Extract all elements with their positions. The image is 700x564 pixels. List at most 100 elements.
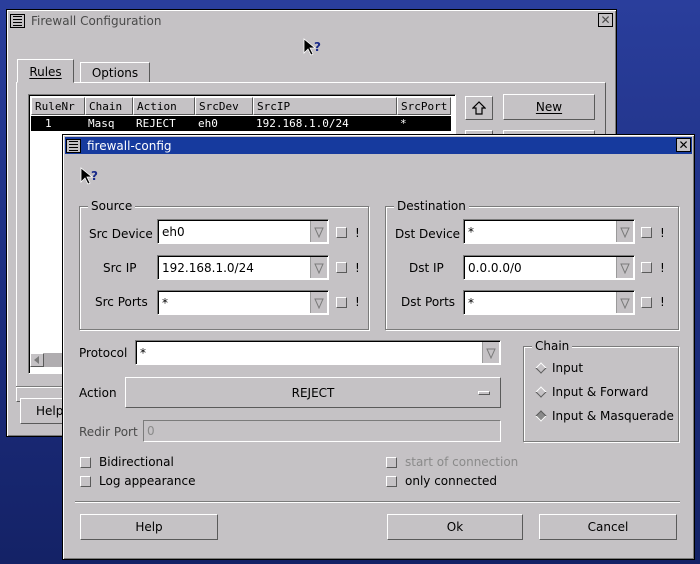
negate-mark: !	[660, 295, 665, 309]
tab-options-label: Options	[91, 66, 139, 80]
new-button-label: New	[535, 100, 563, 114]
chevron-down-icon[interactable]	[482, 342, 499, 363]
back-window-titlebar[interactable]: Firewall Configuration ✕	[9, 12, 614, 29]
only-connected-label[interactable]: only connected	[405, 474, 497, 488]
negate-mark: !	[660, 226, 665, 240]
close-icon[interactable]: ✕	[598, 13, 613, 27]
log-appearance-checkbox[interactable]	[80, 476, 91, 487]
dst-device-combo[interactable]: *	[463, 219, 635, 244]
destination-legend: Destination	[394, 199, 469, 213]
dst-ip-label: Dst IP	[409, 261, 444, 275]
cell-srcdev: eh0	[198, 117, 218, 130]
bidirectional-checkbox[interactable]	[80, 457, 91, 468]
protocol-value: *	[140, 346, 146, 360]
negate-mark: !	[355, 295, 360, 309]
chevron-down-icon[interactable]	[616, 221, 633, 242]
negate-mark: !	[355, 226, 360, 240]
src-device-negate-checkbox[interactable]	[336, 227, 347, 238]
action-label: Action	[79, 386, 117, 400]
scroll-left-arrow-icon[interactable]	[30, 353, 44, 367]
column-header-srcdev[interactable]: SrcDev	[195, 97, 253, 115]
window-menu-icon[interactable]	[10, 13, 25, 28]
help-button[interactable]: Help	[80, 514, 218, 540]
dialog-title: firewall-config	[87, 138, 172, 153]
only-connected-checkbox[interactable]	[386, 476, 397, 487]
cell-action: REJECT	[136, 117, 176, 130]
new-rule-button[interactable]: New	[503, 94, 595, 120]
cell-rulenr: 1	[45, 117, 52, 130]
chevron-down-icon[interactable]	[310, 257, 327, 278]
start-of-connection-label[interactable]: start of connection	[405, 455, 518, 469]
start-of-connection-checkbox[interactable]	[386, 457, 397, 468]
column-header-action[interactable]: Action	[133, 97, 195, 115]
cancel-button[interactable]: Cancel	[539, 514, 677, 540]
move-up-button[interactable]	[465, 96, 493, 120]
close-icon[interactable]: ✕	[676, 138, 691, 152]
chevron-down-icon[interactable]	[616, 292, 633, 313]
tab-rules[interactable]: Rules	[17, 59, 74, 83]
cell-srcport: *	[400, 117, 407, 130]
svg-text:?: ?	[91, 169, 98, 183]
redir-port-value: 0	[147, 424, 155, 438]
dst-ports-negate-checkbox[interactable]	[641, 297, 652, 308]
window-menu-icon[interactable]	[66, 138, 81, 153]
help-button-label: Help	[135, 520, 163, 534]
dst-ip-negate-checkbox[interactable]	[641, 262, 652, 273]
src-ports-label: Src Ports	[95, 295, 148, 309]
protocol-label: Protocol	[79, 346, 128, 360]
src-device-value: eh0	[162, 225, 185, 239]
svg-text:?: ?	[314, 40, 321, 54]
dst-ports-combo[interactable]: *	[463, 290, 635, 315]
cancel-button-label: Cancel	[587, 520, 629, 534]
src-ip-negate-checkbox[interactable]	[336, 262, 347, 273]
src-ports-value: *	[162, 296, 168, 310]
firewall-config-dialog: firewall-config ✕ ? Source Src Device eh…	[62, 134, 695, 560]
chevron-down-icon[interactable]	[310, 292, 327, 313]
dst-ip-combo[interactable]: 0.0.0.0/0	[463, 255, 635, 280]
column-header-chain[interactable]: Chain	[85, 97, 133, 115]
chain-input-forward-label[interactable]: Input & Forward	[552, 385, 648, 399]
bidirectional-label[interactable]: Bidirectional	[99, 455, 174, 469]
chevron-down-icon[interactable]	[310, 221, 327, 242]
action-option-menu[interactable]: REJECT	[125, 377, 501, 408]
back-window-title: Firewall Configuration	[31, 13, 162, 28]
src-ports-combo[interactable]: *	[157, 290, 329, 315]
dst-device-value: *	[468, 225, 474, 239]
chain-input-label[interactable]: Input	[552, 361, 583, 375]
source-legend: Source	[88, 199, 136, 213]
back-help-label: Help	[36, 404, 64, 418]
protocol-combo[interactable]: *	[135, 340, 501, 365]
dst-ports-value: *	[468, 296, 474, 310]
table-row[interactable]: 1 Masq REJECT eh0 192.168.1.0/24 *	[31, 116, 451, 131]
ok-button[interactable]: Ok	[387, 514, 523, 540]
src-ports-negate-checkbox[interactable]	[336, 297, 347, 308]
column-header-srcport[interactable]: SrcPort	[397, 97, 451, 115]
chain-input-masquerade-label[interactable]: Input & Masquerade	[552, 409, 674, 423]
column-header-rulenr[interactable]: RuleNr	[31, 97, 85, 115]
redir-port-label: Redir Port	[79, 425, 138, 439]
dst-device-negate-checkbox[interactable]	[641, 227, 652, 238]
src-device-combo[interactable]: eh0	[157, 219, 329, 244]
chain-legend: Chain	[532, 339, 573, 353]
dst-device-label: Dst Device	[395, 227, 461, 241]
rules-table-header: RuleNr Chain Action SrcDev SrcIP SrcPort	[31, 97, 451, 115]
dialog-separator	[75, 501, 680, 503]
dialog-titlebar[interactable]: firewall-config ✕	[65, 137, 692, 154]
log-appearance-label[interactable]: Log appearance	[99, 474, 195, 488]
whats-this-icon[interactable]: ?	[303, 38, 323, 58]
cell-chain: Masq	[88, 117, 115, 130]
column-header-srcip[interactable]: SrcIP	[253, 97, 397, 115]
src-ip-combo[interactable]: 192.168.1.0/24	[157, 255, 329, 280]
dst-ports-label: Dst Ports	[401, 295, 456, 309]
chevron-down-icon[interactable]	[616, 257, 633, 278]
ok-button-label: Ok	[446, 520, 464, 534]
src-ip-value: 192.168.1.0/24	[162, 261, 254, 275]
negate-mark: !	[355, 261, 360, 275]
action-value: REJECT	[291, 385, 335, 400]
negate-mark: !	[660, 261, 665, 275]
redir-port-input[interactable]: 0	[143, 420, 501, 442]
src-device-label: Src Device	[89, 227, 153, 241]
whats-this-icon[interactable]: ?	[80, 167, 100, 187]
tab-rules-label: Rules	[29, 65, 62, 79]
tab-options[interactable]: Options	[80, 62, 150, 83]
